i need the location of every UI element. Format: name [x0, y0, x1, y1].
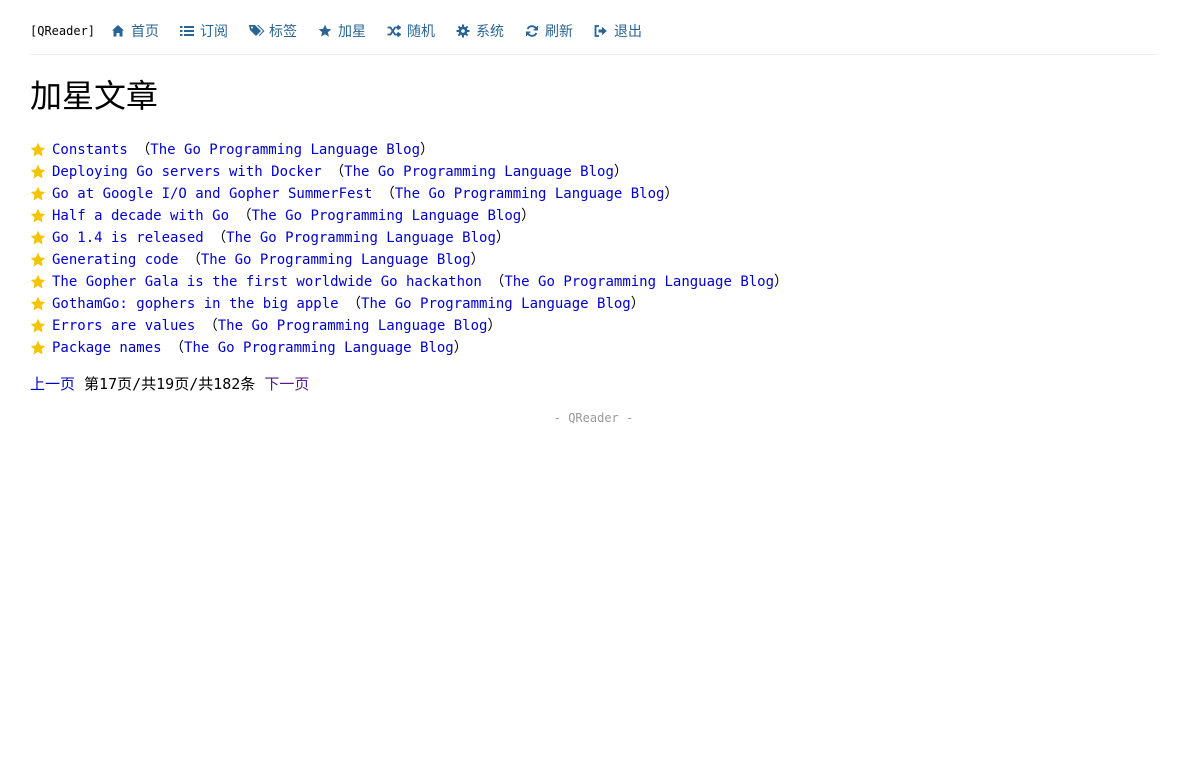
- star-icon[interactable]: [30, 164, 46, 180]
- star-icon: [318, 24, 332, 38]
- list-item: Deploying Go servers with Docker （The Go…: [30, 161, 1157, 183]
- paren-close: ）: [495, 230, 510, 246]
- paren-open: （: [161, 340, 185, 356]
- source-link[interactable]: The Go Programming Language Blog: [218, 315, 488, 337]
- paren-open: （: [229, 208, 252, 224]
- article-title-link[interactable]: GothamGo: gophers in the big apple: [52, 293, 339, 315]
- gear-icon: [456, 24, 470, 38]
- star-icon[interactable]: [30, 142, 46, 158]
- nav-item-refresh[interactable]: 刷新: [525, 21, 573, 41]
- nav-item-subscriptions[interactable]: 订阅: [180, 21, 228, 41]
- sign-out-icon: [594, 24, 608, 38]
- source-link[interactable]: The Go Programming Language Blog: [226, 227, 496, 249]
- nav-item-label: 标签: [269, 24, 298, 40]
- article-title-link[interactable]: Errors are values: [52, 315, 195, 337]
- article-title-link[interactable]: The Gopher Gala is the first worldwide G…: [52, 271, 482, 293]
- source-link[interactable]: The Go Programming Language Blog: [184, 337, 454, 359]
- list-item: GothamGo: gophers in the big apple （The …: [30, 293, 1157, 315]
- article-title-link[interactable]: Go at Google I/O and Gopher SummerFest: [52, 183, 372, 205]
- pager: 上一页 第17页/共19页/共182条 下一页: [30, 373, 1157, 395]
- brand: [QReader]: [30, 24, 96, 38]
- star-icon[interactable]: [30, 252, 46, 268]
- source-link[interactable]: The Go Programming Language Blog: [395, 183, 665, 205]
- paren-close: ）: [453, 340, 468, 356]
- paren-close: ）: [664, 186, 679, 202]
- star-icon[interactable]: [30, 340, 46, 356]
- paren-close: ）: [630, 296, 645, 312]
- paren-close: ）: [487, 318, 502, 334]
- nav-item-logout[interactable]: 退出: [594, 21, 642, 41]
- paren-open: （: [372, 186, 395, 202]
- star-icon[interactable]: [30, 186, 46, 202]
- article-title-link[interactable]: Generating code: [52, 249, 178, 271]
- list-item: Errors are values （The Go Programming La…: [30, 315, 1157, 337]
- source-link[interactable]: The Go Programming Language Blog: [361, 293, 631, 315]
- star-icon[interactable]: [30, 274, 46, 290]
- prev-page-link[interactable]: 上一页: [30, 375, 75, 393]
- article-title-link[interactable]: Constants: [52, 139, 128, 161]
- list-icon: [180, 24, 195, 38]
- page-container: [QReader] 首页 订阅 标签 加星 随机 系统 刷新 退出 加星文章 C…: [30, 0, 1157, 425]
- paren-close: ）: [774, 274, 789, 290]
- paren-open: （: [321, 164, 345, 180]
- nav-item-label: 首页: [131, 24, 160, 40]
- nav-item-label: 退出: [614, 24, 643, 40]
- list-item: Constants （The Go Programming Language B…: [30, 139, 1157, 161]
- nav-item-label: 加星: [338, 24, 367, 40]
- source-link[interactable]: The Go Programming Language Blog: [150, 139, 420, 161]
- paren-close: ）: [613, 164, 628, 180]
- paren-open: （: [195, 318, 218, 334]
- source-link[interactable]: The Go Programming Language Blog: [504, 271, 774, 293]
- source-link[interactable]: The Go Programming Language Blog: [344, 161, 614, 183]
- footer: - QReader -: [553, 411, 634, 425]
- paren-open: （: [203, 230, 227, 246]
- list-item: Half a decade with Go （The Go Programmin…: [30, 205, 1157, 227]
- nav-item-system[interactable]: 系统: [456, 21, 504, 41]
- article-title-link[interactable]: Half a decade with Go: [52, 205, 229, 227]
- nav-item-starred[interactable]: 加星: [318, 21, 366, 41]
- list-item: Generating code （The Go Programming Lang…: [30, 249, 1157, 271]
- paren-close: ）: [470, 252, 485, 268]
- paren-open: （: [127, 142, 151, 158]
- article-title-link[interactable]: Deploying Go servers with Docker: [52, 161, 322, 183]
- source-link[interactable]: The Go Programming Language Blog: [201, 249, 471, 271]
- list-item: Go 1.4 is released （The Go Programming L…: [30, 227, 1157, 249]
- article-title-link[interactable]: Go 1.4 is released: [52, 227, 204, 249]
- star-icon[interactable]: [30, 230, 46, 246]
- top-nav: [QReader] 首页 订阅 标签 加星 随机 系统 刷新 退出: [30, 0, 1157, 55]
- next-page-link[interactable]: 下一页: [264, 375, 309, 393]
- page-status: 第17页/共19页/共182条: [84, 375, 256, 393]
- nav-item-random[interactable]: 随机: [387, 21, 435, 41]
- article-list: Constants （The Go Programming Language B…: [30, 139, 1157, 359]
- article-title-link[interactable]: Package names: [52, 337, 162, 359]
- random-icon: [387, 24, 402, 38]
- tags-icon: [249, 24, 265, 38]
- nav-item-label: 系统: [476, 24, 505, 40]
- list-item: Go at Google I/O and Gopher SummerFest （…: [30, 183, 1157, 205]
- paren-open: （: [338, 296, 362, 312]
- page-title: 加星文章: [30, 77, 159, 115]
- paren-open: （: [481, 274, 505, 290]
- list-item: Package names （The Go Programming Langua…: [30, 337, 1157, 359]
- nav-item-label: 刷新: [545, 24, 574, 40]
- source-link[interactable]: The Go Programming Language Blog: [251, 205, 521, 227]
- refresh-icon: [525, 24, 539, 38]
- nav-item-tags[interactable]: 标签: [249, 21, 297, 41]
- nav-item-home[interactable]: 首页: [111, 21, 159, 41]
- nav-item-label: 订阅: [200, 24, 229, 40]
- paren-open: （: [178, 252, 201, 268]
- star-icon[interactable]: [30, 318, 46, 334]
- star-icon[interactable]: [30, 296, 46, 312]
- paren-close: ）: [521, 208, 536, 224]
- star-icon[interactable]: [30, 208, 46, 224]
- paren-close: ）: [420, 142, 435, 158]
- list-item: The Gopher Gala is the first worldwide G…: [30, 271, 1157, 293]
- home-icon: [111, 24, 125, 38]
- nav-item-label: 随机: [407, 24, 436, 40]
